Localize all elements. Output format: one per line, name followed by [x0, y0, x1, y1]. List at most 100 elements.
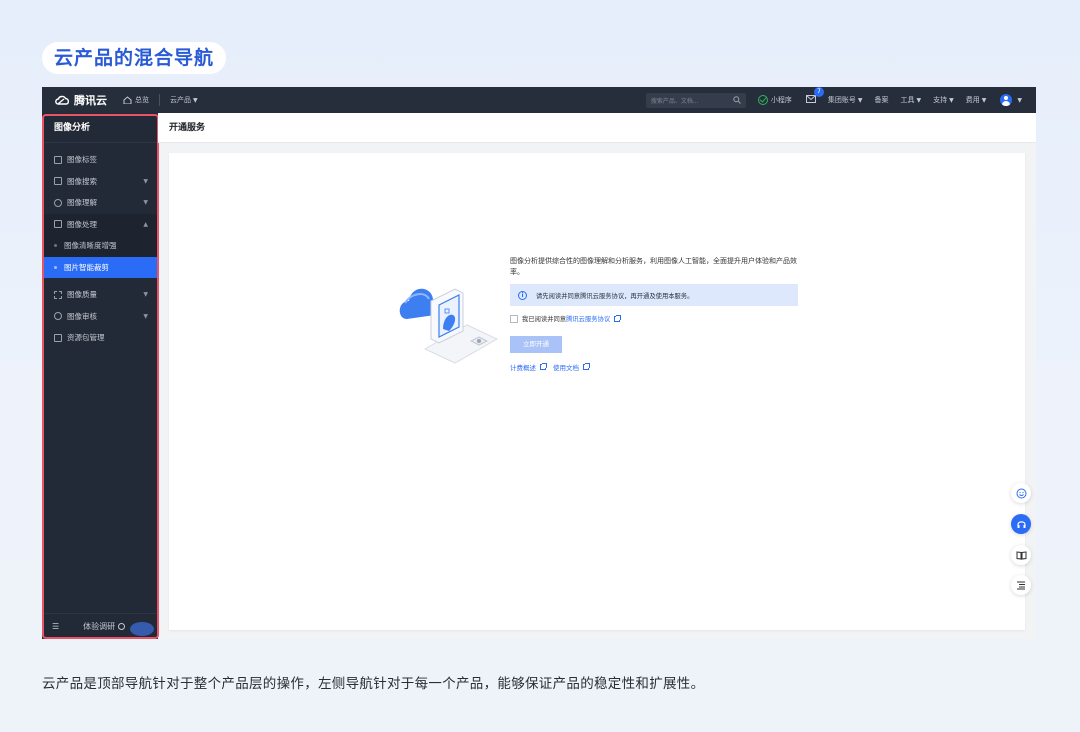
sidebar-title: 图像分析 [42, 113, 158, 143]
nav-products-label: 云产品 [170, 96, 191, 104]
collapse-menu-icon[interactable]: ☰ [52, 622, 59, 631]
image-analysis-illustration-icon [399, 288, 499, 364]
console-screenshot: 腾讯云 总览 云产品▼ 搜索产品、文档... 小程序 7 集团账号▼ 备案 [42, 87, 1036, 639]
nav-overview[interactable]: 总览 [123, 95, 149, 105]
nav-tools-label: 工具 [900, 96, 915, 104]
triangle-icon [54, 198, 62, 207]
nav-billing-dropdown[interactable]: 费用 ▼ [966, 95, 987, 105]
agree-prefix: 我已阅读并同意 [522, 316, 567, 323]
notice-text: 请先阅读并同意腾讯云服务协议，再开通及使用本服务。 [536, 292, 694, 300]
caret-down-icon[interactable]: ▼ [1017, 97, 1022, 104]
decorative-blob [130, 622, 154, 636]
menu-list-button[interactable] [1011, 575, 1031, 595]
docs-book-button[interactable] [1011, 545, 1031, 565]
sidebar-item-label: 图像标签 [67, 155, 97, 165]
sidebar-item-image-tags[interactable]: 图像标签 [42, 149, 158, 171]
sidebar: 图像分析 图像标签 图像搜索 ▼ 图像理解 ▼ 图像处理 ▲ 图像清晰度增强 图… [42, 113, 158, 639]
agreement-checkbox[interactable] [510, 314, 518, 323]
sidebar-item-label: 图像清晰度增强 [64, 241, 117, 251]
nav-products-dropdown[interactable]: 云产品 ▼ [170, 95, 198, 105]
brand-name: 腾讯云 [74, 94, 107, 107]
sidebar-item-label: 图像质量 [67, 290, 97, 300]
caret-down-icon: ▼ [981, 96, 987, 104]
bullet-icon [54, 244, 57, 248]
chevron-down-icon: ▼ [143, 312, 148, 320]
nav-billing-label: 费用 [965, 96, 980, 104]
sidebar-item-image-moderation[interactable]: 图像审核 ▼ [42, 306, 158, 328]
survey-label: 体验调研 [83, 622, 116, 631]
search-placeholder: 搜索产品、文档... [650, 97, 699, 105]
mail-icon [805, 95, 816, 103]
page-caption: 云产品是顶部导航针对于整个产品层的操作，左侧导航针对于每一个产品，能够保证产品的… [42, 676, 705, 692]
info-icon: i [518, 290, 527, 300]
agreement-link[interactable]: 腾讯云服务协议 [566, 314, 610, 323]
nav-miniprogram-label: 小程序 [770, 96, 792, 104]
sidebar-item-smart-crop[interactable]: 图片智能裁剪 [42, 256, 158, 278]
activate-button[interactable]: 立即开通 [510, 336, 562, 353]
pricing-link[interactable]: 计费概述 [510, 362, 536, 372]
brand-logo[interactable]: 腾讯云 [54, 92, 107, 108]
list-menu-icon [1017, 581, 1025, 589]
caret-down-icon: ▼ [857, 96, 863, 104]
sidebar-item-image-understanding[interactable]: 图像理解 ▼ [42, 192, 158, 214]
chevron-down-icon: ▼ [143, 291, 148, 299]
service-card: 图像分析提供综合性的图像理解和分析服务，利用图像人工智能，全面提升用户体验和产品… [169, 153, 1025, 630]
caret-down-icon: ▼ [193, 96, 198, 104]
search-icon [733, 96, 741, 104]
sidebar-item-resource-packages[interactable]: 资源包管理 [42, 327, 158, 349]
grid-icon [54, 155, 62, 164]
sidebar-item-image-enhance[interactable]: 图像清晰度增强 [42, 235, 158, 257]
sidebar-item-image-processing[interactable]: 图像处理 ▲ [42, 214, 158, 236]
sidebar-item-label: 图像搜索 [67, 176, 97, 186]
sidebar-item-image-quality[interactable]: 图像质量 ▼ [42, 284, 158, 306]
bullet-icon [54, 265, 57, 269]
headset-icon [1016, 520, 1026, 528]
circle-icon [118, 623, 126, 630]
package-icon [54, 333, 62, 342]
nav-account-label: 集团账号 [827, 96, 856, 104]
external-link-icon [540, 363, 547, 370]
home-icon [123, 96, 132, 104]
customer-service-button[interactable] [1011, 514, 1031, 534]
cloud-logo-icon [55, 95, 70, 105]
nav-tools-dropdown[interactable]: 工具 ▼ [901, 95, 922, 105]
sidebar-footer: ☰ 体验调研 [42, 613, 158, 639]
docs-link[interactable]: 使用文档 [553, 362, 579, 372]
sidebar-item-label: 资源包管理 [67, 333, 105, 343]
check-circle-icon [757, 95, 768, 105]
survey-button[interactable]: 体验调研 [83, 621, 126, 632]
nav-account-dropdown[interactable]: 集团账号 ▼ [828, 95, 863, 105]
sidebar-item-image-search[interactable]: 图像搜索 ▼ [42, 171, 158, 193]
agreement-checkbox-row[interactable]: 我已阅读并同意 腾讯云服务协议 [510, 314, 622, 323]
feedback-smile-button[interactable] [1011, 483, 1031, 503]
sidebar-item-label: 图像审核 [67, 311, 97, 321]
book-icon [1016, 550, 1026, 560]
nav-support-dropdown[interactable]: 支持 ▼ [933, 95, 954, 105]
nav-overview-label: 总览 [135, 96, 149, 104]
sidebar-item-label: 图像处理 [67, 219, 97, 229]
sidebar-group-image-processing: 图像处理 ▲ 图像清晰度增强 图片智能裁剪 [42, 213, 158, 278]
list-icon [54, 220, 62, 229]
global-search-input[interactable]: 搜索产品、文档... [645, 92, 746, 108]
sidebar-item-label: 图像理解 [67, 198, 97, 208]
external-link-icon [614, 314, 622, 322]
smile-icon [1016, 488, 1026, 498]
nav-support-label: 支持 [933, 96, 948, 104]
image-icon [54, 177, 62, 186]
nav-filing-label: 备案 [874, 96, 889, 104]
page-heading: 云产品的混合导航 [42, 42, 227, 74]
nav-miniprogram[interactable]: 小程序 [757, 95, 792, 105]
caret-down-icon: ▼ [916, 96, 922, 104]
nav-filing[interactable]: 备案 [875, 95, 889, 105]
agreement-notice: i 请先阅读并同意腾讯云服务协议，再开通及使用本服务。 [510, 284, 798, 306]
chevron-down-icon: ▼ [143, 177, 148, 185]
service-intro: 图像分析提供综合性的图像理解和分析服务，利用图像人工智能，全面提升用户体验和产品… [510, 257, 797, 276]
user-avatar[interactable] [1000, 94, 1013, 106]
caret-down-icon: ▼ [949, 96, 954, 104]
sidebar-item-label: 图片智能裁剪 [64, 262, 109, 272]
message-button[interactable]: 7 [805, 87, 824, 105]
doc-links: 计费概述 使用文档 [510, 362, 590, 372]
message-count-badge: 7 [813, 87, 824, 97]
content-title: 开通服务 [158, 113, 1036, 143]
external-link-icon [583, 363, 590, 370]
